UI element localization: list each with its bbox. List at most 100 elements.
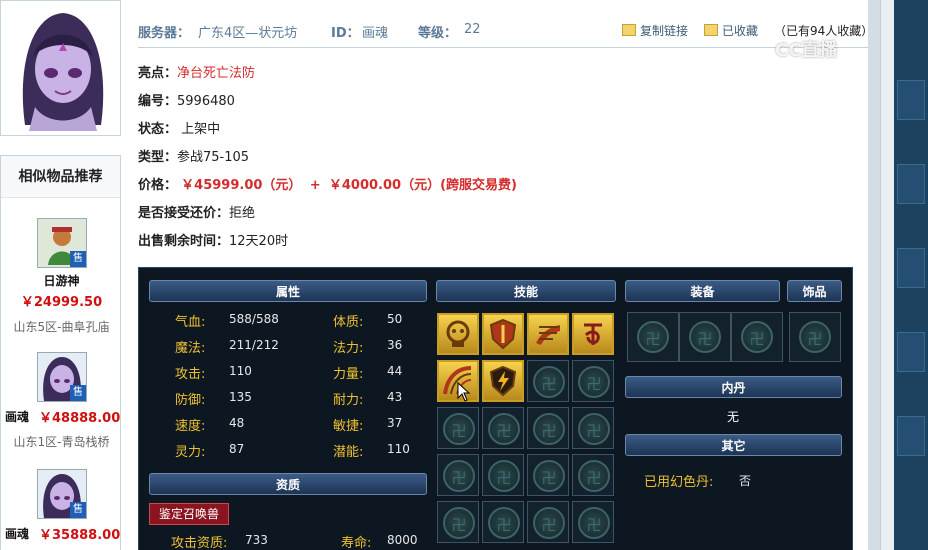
highlight-value: 净台死亡法防: [177, 66, 256, 81]
sold-badge: 售: [70, 385, 86, 401]
price-key: 价格：: [138, 178, 178, 193]
rec-item-2-price: ￥48888.00: [39, 411, 121, 426]
empty-skill-slot: [482, 407, 524, 449]
item-detail-page: 相似物品推荐 售 日游神 ￥24999.50 山东5区-曲阜孔庙 售 画魂 ￥4…: [0, 0, 928, 550]
status-row: 状态： 上架中: [138, 118, 220, 137]
empty-slot-icon: [533, 507, 565, 539]
counter-offer-value: 拒绝: [229, 206, 256, 221]
id-value: 画魂: [362, 26, 389, 41]
highlight-key: 亮点：: [138, 66, 178, 81]
skills-header: 技能: [436, 280, 616, 302]
empty-slot-icon: [533, 460, 565, 492]
sold-badge: 售: [70, 251, 86, 267]
neidan-value: 无: [727, 410, 740, 424]
equipment-slot-2[interactable]: [679, 312, 731, 362]
rec-item-1-server: 山东5区-曲阜孔庙: [13, 320, 110, 334]
empty-slot-icon: [578, 507, 610, 539]
equipment-slot-3[interactable]: [731, 312, 783, 362]
attr-speed-key: 速度:: [175, 419, 206, 434]
accessory-header: 饰品: [787, 280, 842, 302]
rec-item-2-server: 山东1区-青岛栈桥: [13, 435, 110, 449]
empty-skill-slot: [572, 407, 614, 449]
skill-slot-4[interactable]: [572, 313, 614, 355]
empty-slot-icon: [689, 321, 721, 353]
accessory-slot[interactable]: [789, 312, 841, 362]
serial-value: 5996480: [177, 94, 235, 109]
serial-key: 编号：: [138, 94, 178, 109]
attr-mp-key: 魔法:: [175, 341, 206, 356]
serial-row: 编号：5996480: [138, 90, 235, 109]
scroll-track[interactable]: [868, 0, 880, 550]
empty-slot-icon: [741, 321, 773, 353]
copy-link-button[interactable]: 复制链接: [622, 22, 688, 39]
id-label: ID：: [331, 26, 360, 41]
attr-attack-value: 110: [229, 364, 252, 378]
empty-skill-slot: [437, 501, 479, 543]
scroll-magic-icon: [536, 325, 560, 345]
skill-slot-1[interactable]: [437, 313, 479, 355]
sidebar-tab[interactable]: [897, 164, 925, 204]
empty-skill-slot: [482, 454, 524, 496]
level-label: 等级：: [418, 26, 458, 41]
skill-slot-2[interactable]: [482, 313, 524, 355]
used-pill-value: 否: [739, 474, 752, 488]
empty-slot-icon: [488, 413, 520, 445]
attr-strength-key: 力量:: [333, 367, 364, 382]
favorite-label: 已收藏: [722, 24, 759, 38]
rec-item-3-icon[interactable]: 售: [37, 469, 87, 519]
empty-slot-icon: [488, 460, 520, 492]
attr-magic-key: 法力:: [333, 341, 364, 356]
empty-slot-icon: [533, 413, 565, 445]
level-value: 22: [464, 22, 481, 37]
rec-item-1-name[interactable]: 日游神: [1, 272, 122, 289]
sidebar-tab[interactable]: [897, 332, 925, 372]
type-value: 参战75-105: [177, 150, 250, 165]
equipment-header: 装备: [625, 280, 780, 302]
empty-slot-icon: [578, 366, 610, 398]
empty-skill-slot: [437, 407, 479, 449]
equipment-slot-1[interactable]: [627, 312, 679, 362]
attr-potential-key: 潜能:: [333, 445, 364, 460]
empty-skill-slot: [572, 360, 614, 402]
empty-skill-slot: [572, 501, 614, 543]
appraise-pet-button[interactable]: 鉴定召唤兽: [149, 503, 229, 525]
attr-potential-value: 110: [387, 442, 410, 456]
attr-speed-value: 48: [229, 416, 245, 430]
skill-slot-6[interactable]: [482, 360, 524, 402]
favorite-button[interactable]: 已收藏: [704, 22, 758, 39]
empty-skill-slot: [527, 454, 569, 496]
rune-glyph-icon: [584, 323, 602, 345]
pet-portrait: [11, 7, 115, 131]
attributes-header: 属性: [149, 280, 427, 302]
type-key: 类型：: [138, 150, 178, 165]
attr-attack-key: 攻击:: [175, 367, 206, 382]
type-row: 类型：参战75-105: [138, 146, 249, 165]
attr-magic-value: 36: [387, 338, 403, 352]
neidan-header: 内丹: [625, 376, 842, 398]
price-row: 价格： ￥45999.00（元） + ￥4000.00（元）(跨服交易费): [138, 174, 517, 193]
attr-endurance-value: 43: [387, 390, 403, 404]
attr-defense-key: 防御:: [175, 393, 206, 408]
skill-slot-3[interactable]: [527, 313, 569, 355]
item-header: 服务器： 广东4区—状元坊 ID： 画魂 等级： 22 复制链接 已收藏 （已有…: [138, 18, 873, 48]
copy-link-label: 复制链接: [640, 24, 689, 38]
attr-hp-value: 588/588: [229, 312, 279, 326]
empty-slot-icon: [578, 413, 610, 445]
rec-item-2-icon[interactable]: 售: [37, 352, 87, 402]
rec-item-3-name[interactable]: 画魂: [5, 525, 29, 542]
sidebar-tab[interactable]: [897, 248, 925, 288]
highlight-row: 亮点：净台死亡法防: [138, 62, 255, 81]
attr-defense-value: 135: [229, 390, 252, 404]
empty-skill-slot: [527, 360, 569, 402]
attack-aptitude-key: 攻击资质:: [171, 536, 228, 550]
rec-item-2-name[interactable]: 画魂: [5, 408, 29, 425]
remaining-time-value: 12天20时: [229, 234, 289, 249]
other-header: 其它: [625, 434, 842, 456]
server-label: 服务器：: [138, 26, 191, 41]
attr-spirit-key: 灵力:: [175, 445, 206, 460]
empty-skill-slot: [572, 454, 614, 496]
sidebar-tab[interactable]: [897, 80, 925, 120]
sidebar-tab[interactable]: [897, 416, 925, 456]
copy-link-icon: [622, 24, 636, 36]
rec-item-1-icon[interactable]: 售: [37, 218, 87, 268]
